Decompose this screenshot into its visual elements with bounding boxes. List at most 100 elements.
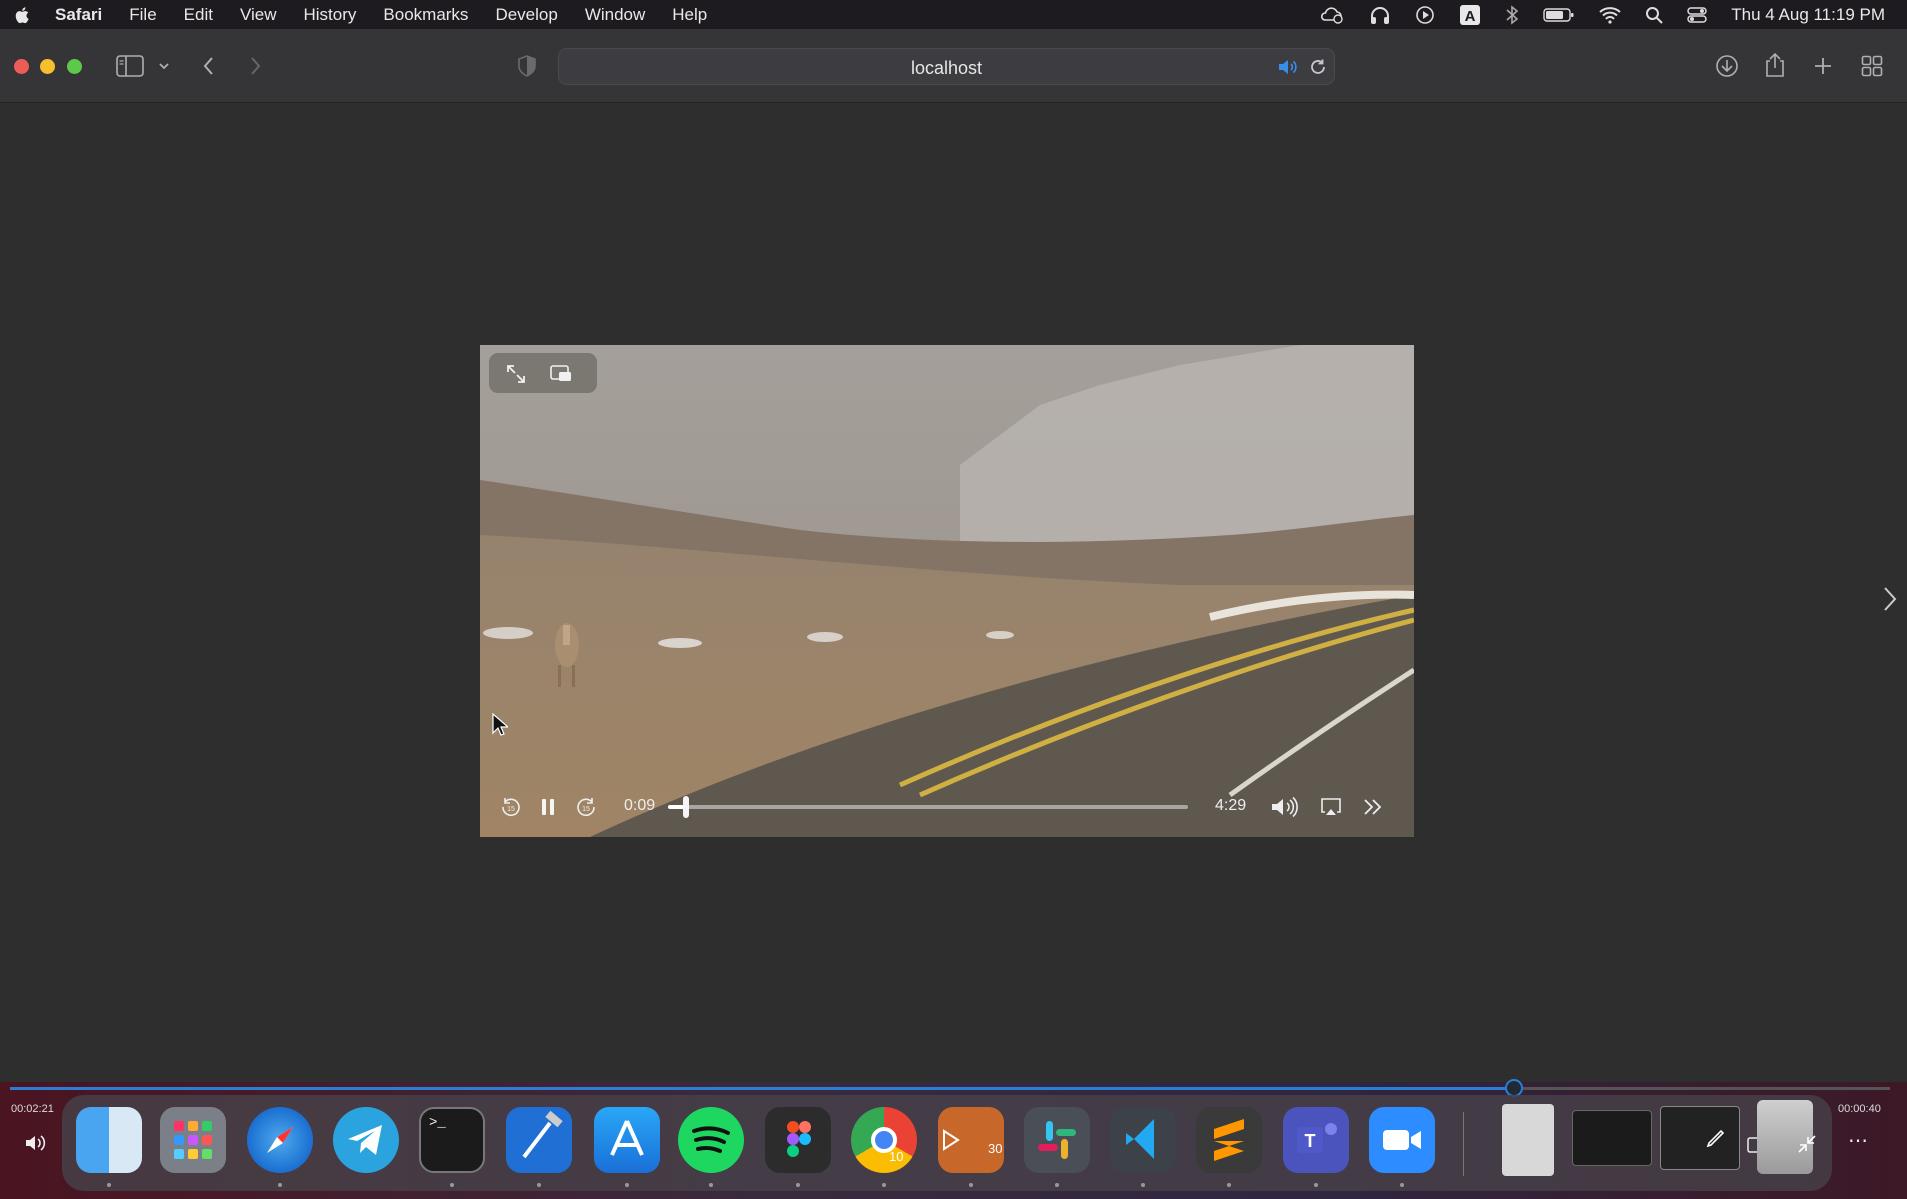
keyboard-a-icon[interactable]: A [1459, 4, 1481, 26]
more-controls-icon[interactable] [1362, 797, 1384, 817]
spotify-icon [692, 1126, 730, 1153]
dock-running-indicator [796, 1183, 800, 1187]
dock-app-zoom[interactable] [1369, 1107, 1435, 1173]
dock-window-thumb[interactable] [1572, 1110, 1652, 1166]
pause-icon[interactable] [538, 796, 558, 818]
dock-app-safari[interactable] [247, 1107, 313, 1173]
pencil-icon[interactable] [1705, 1127, 1727, 1149]
dock-app-finder[interactable] [76, 1107, 142, 1173]
recording-remaining-time: 00:00:40 [1838, 1103, 1881, 1115]
sublime-icon [1214, 1119, 1244, 1161]
dock-app-telegram[interactable] [333, 1107, 399, 1173]
dock-window-thumb-2[interactable] [1660, 1106, 1740, 1170]
dock-file[interactable] [1502, 1104, 1554, 1176]
dock-app-vscode[interactable] [1110, 1107, 1176, 1173]
speaker-icon[interactable] [1277, 58, 1299, 76]
menu-view[interactable]: View [240, 5, 277, 25]
menu-app-name[interactable]: Safari [55, 5, 102, 25]
dock-running-indicator [1227, 1183, 1231, 1187]
dock-app-terminal[interactable]: >_ [419, 1107, 485, 1173]
recording-scrubber-fill [10, 1087, 1514, 1090]
reload-icon[interactable] [1309, 58, 1327, 76]
recording-scrubber[interactable] [10, 1079, 1890, 1097]
play-circle-icon[interactable] [1415, 5, 1435, 25]
more-options-icon[interactable]: ⋯ [1848, 1128, 1868, 1153]
chevron-down-icon[interactable] [158, 61, 170, 71]
teams-icon: T [1297, 1123, 1337, 1153]
close-window-button[interactable] [14, 59, 29, 74]
dock-running-indicator [625, 1183, 629, 1187]
video-progress-thumb[interactable] [682, 796, 689, 818]
video-duration: 4:29 [1215, 797, 1247, 814]
video-progress-track[interactable] [668, 796, 1188, 818]
dock-app-figma[interactable] [765, 1107, 831, 1173]
menu-history[interactable]: History [304, 5, 357, 25]
dock-app-launchpad[interactable] [160, 1107, 226, 1173]
skip-back-label[interactable]: 10 [889, 1149, 903, 1164]
menu-help[interactable]: Help [672, 5, 707, 25]
dock-app-spotify[interactable] [678, 1107, 744, 1173]
volume-icon[interactable] [1270, 796, 1300, 818]
menu-file[interactable]: File [129, 5, 156, 25]
minimize-window-button[interactable] [40, 59, 55, 74]
tab-overview-icon[interactable] [1861, 55, 1883, 77]
dock-app-slack[interactable] [1024, 1107, 1090, 1173]
search-icon[interactable] [1645, 6, 1663, 24]
chevron-right-icon[interactable] [1882, 585, 1898, 613]
play-icon[interactable] [938, 1107, 1004, 1173]
dock-running-indicator [450, 1183, 454, 1187]
cloud-icon[interactable] [1319, 6, 1345, 24]
back-icon[interactable] [201, 55, 217, 77]
paper-plane-icon [348, 1125, 382, 1155]
grid-icon [174, 1121, 212, 1159]
app-store-icon [610, 1120, 644, 1156]
recording-elapsed-time: 00:02:21 [11, 1103, 54, 1115]
apple-icon[interactable] [13, 5, 33, 25]
dock-app-script-editor[interactable]: 30 [938, 1107, 1004, 1173]
share-icon[interactable] [1764, 52, 1786, 78]
skip-back-15-icon[interactable]: 15 [500, 796, 522, 818]
skip-forward-15-icon[interactable]: 15 [575, 796, 597, 818]
dock-running-indicator [1314, 1183, 1318, 1187]
exit-fullscreen-icon[interactable] [1796, 1133, 1818, 1155]
dock-app-teams[interactable]: T [1283, 1107, 1349, 1173]
airplay-icon[interactable] [1319, 797, 1343, 817]
dock-app-sublime-text[interactable] [1196, 1107, 1262, 1173]
compass-icon [267, 1127, 293, 1153]
control-center-icon[interactable] [1687, 6, 1708, 24]
menu-window[interactable]: Window [585, 5, 645, 25]
menu-develop[interactable]: Develop [495, 5, 557, 25]
dock-running-indicator [709, 1183, 713, 1187]
svg-text:T: T [1305, 1131, 1316, 1151]
battery-icon[interactable] [1543, 7, 1575, 23]
video-player[interactable]: 15 15 0:09 4:29 [480, 345, 1414, 837]
figma-icon [787, 1121, 811, 1157]
zoom-window-button[interactable] [67, 59, 82, 74]
headphones-icon[interactable] [1369, 5, 1391, 25]
dock-app-xcode[interactable] [506, 1107, 572, 1173]
bluetooth-icon[interactable] [1505, 4, 1519, 25]
fullscreen-icon[interactable] [505, 363, 527, 385]
menu-bookmarks[interactable]: Bookmarks [383, 5, 468, 25]
sidebar-icon[interactable] [116, 55, 144, 77]
download-icon[interactable] [1715, 54, 1739, 78]
skip-forward-label[interactable]: 30 [988, 1141, 1002, 1156]
shield-icon[interactable] [517, 55, 537, 77]
dock-running-indicator [278, 1183, 282, 1187]
dock-app-app-store[interactable] [594, 1107, 660, 1173]
dock-app-chrome[interactable]: 10 [851, 1107, 917, 1173]
menu-clock[interactable]: Thu 4 Aug 11:19 PM [1731, 5, 1885, 25]
slack-icon [1038, 1121, 1076, 1159]
hammer-icon [522, 1110, 563, 1159]
address-bar[interactable]: localhost [558, 48, 1335, 85]
new-tab-icon[interactable] [1813, 56, 1833, 76]
mouse-cursor-icon [492, 713, 508, 736]
forward-icon[interactable] [247, 55, 263, 77]
volume-icon[interactable] [24, 1134, 48, 1152]
url-text[interactable]: localhost [559, 58, 1334, 79]
wifi-icon[interactable] [1599, 6, 1621, 24]
menu-bar: Safari File Edit View History Bookmarks … [0, 0, 1907, 29]
picture-in-picture-icon[interactable] [549, 363, 573, 383]
vscode-icon [1126, 1119, 1154, 1159]
menu-edit[interactable]: Edit [184, 5, 213, 25]
